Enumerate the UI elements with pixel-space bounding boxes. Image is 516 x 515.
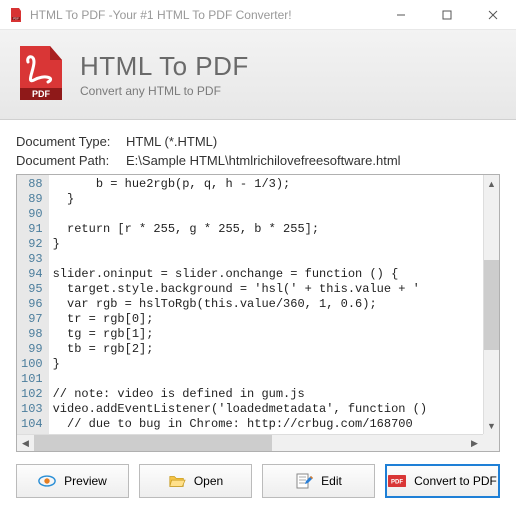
- svg-text:PDF: PDF: [391, 479, 403, 485]
- code-line: return [r * 255, g * 255, b * 255];: [53, 222, 495, 237]
- code-line: video.addEventListener('loadedmetadata',…: [53, 402, 495, 417]
- close-button[interactable]: [470, 0, 516, 30]
- edit-label: Edit: [321, 474, 342, 488]
- scroll-up-icon[interactable]: ▲: [484, 175, 499, 192]
- vertical-scrollbar[interactable]: ▲ ▼: [483, 175, 499, 434]
- code-line: }: [53, 357, 495, 372]
- line-number: 96: [21, 297, 43, 312]
- code-line: [53, 372, 495, 387]
- pdf-logo-icon: PDF: [16, 44, 66, 105]
- eye-icon: [38, 472, 56, 490]
- maximize-button[interactable]: [424, 0, 470, 30]
- preview-label: Preview: [64, 474, 107, 488]
- line-number: 88: [21, 177, 43, 192]
- window-title: HTML To PDF -Your #1 HTML To PDF Convert…: [30, 8, 378, 22]
- minimize-button[interactable]: [378, 0, 424, 30]
- line-number: 98: [21, 327, 43, 342]
- code-text[interactable]: b = hue2rgb(p, q, h - 1/3); } return [r …: [49, 175, 499, 435]
- document-path-label: Document Path:: [16, 153, 126, 168]
- svg-text:PDF: PDF: [32, 89, 51, 99]
- document-type-value: HTML (*.HTML): [126, 134, 217, 149]
- code-preview: 888990919293949596979899100101102103104 …: [16, 174, 500, 452]
- line-number: 92: [21, 237, 43, 252]
- code-line: // note: video is defined in gum.js: [53, 387, 495, 402]
- convert-label: Convert to PDF: [414, 474, 497, 488]
- code-line: slider.oninput = slider.onchange = funct…: [53, 267, 495, 282]
- line-number: 97: [21, 312, 43, 327]
- code-line: target.style.background = 'hsl(' + this.…: [53, 282, 495, 297]
- line-number: 100: [21, 357, 43, 372]
- svg-text:PDF: PDF: [13, 16, 19, 20]
- document-path-value: E:\Sample HTML\htmlrichilovefreesoftware…: [126, 153, 401, 168]
- action-buttons: Preview Open Edit PDF Convert to PDF: [16, 464, 500, 498]
- main-content: Document Type: HTML (*.HTML) Document Pa…: [0, 120, 516, 508]
- line-number: 91: [21, 222, 43, 237]
- vscroll-thumb[interactable]: [484, 260, 499, 350]
- code-line: }: [53, 237, 495, 252]
- line-number: 104: [21, 417, 43, 432]
- line-number: 93: [21, 252, 43, 267]
- preview-button[interactable]: Preview: [16, 464, 129, 498]
- line-gutter: 888990919293949596979899100101102103104: [17, 175, 49, 435]
- pencil-icon: [295, 472, 313, 490]
- open-label: Open: [194, 474, 223, 488]
- document-type-row: Document Type: HTML (*.HTML): [16, 134, 500, 149]
- line-number: 102: [21, 387, 43, 402]
- open-button[interactable]: Open: [139, 464, 252, 498]
- folder-open-icon: [168, 472, 186, 490]
- code-line: var rgb = hslToRgb(this.value/360, 1, 0.…: [53, 297, 495, 312]
- app-icon: PDF: [8, 7, 24, 23]
- line-number: 94: [21, 267, 43, 282]
- line-number: 99: [21, 342, 43, 357]
- titlebar: PDF HTML To PDF -Your #1 HTML To PDF Con…: [0, 0, 516, 30]
- line-number: 95: [21, 282, 43, 297]
- line-number: 89: [21, 192, 43, 207]
- document-path-row: Document Path: E:\Sample HTML\htmlrichil…: [16, 153, 500, 168]
- app-header: PDF HTML To PDF Convert any HTML to PDF: [0, 30, 516, 120]
- code-line: }: [53, 192, 495, 207]
- convert-button[interactable]: PDF Convert to PDF: [385, 464, 500, 498]
- header-subtitle: Convert any HTML to PDF: [80, 84, 249, 98]
- code-line: [53, 207, 495, 222]
- scroll-left-icon[interactable]: ◀: [17, 435, 34, 452]
- line-number: 90: [21, 207, 43, 222]
- code-line: tg = rgb[1];: [53, 327, 495, 342]
- code-line: tr = rgb[0];: [53, 312, 495, 327]
- pdf-badge-icon: PDF: [388, 472, 406, 490]
- code-line: tb = rgb[2];: [53, 342, 495, 357]
- scroll-down-icon[interactable]: ▼: [484, 417, 499, 434]
- header-title: HTML To PDF: [80, 51, 249, 82]
- hscroll-thumb[interactable]: [34, 435, 272, 452]
- document-type-label: Document Type:: [16, 134, 126, 149]
- code-line: b = hue2rgb(p, q, h - 1/3);: [53, 177, 495, 192]
- window-controls: [378, 0, 516, 29]
- scroll-right-icon[interactable]: ▶: [466, 435, 483, 452]
- edit-button[interactable]: Edit: [262, 464, 375, 498]
- code-line: [53, 252, 495, 267]
- line-number: 103: [21, 402, 43, 417]
- code-line: // due to bug in Chrome: http://crbug.co…: [53, 417, 495, 432]
- line-number: 101: [21, 372, 43, 387]
- horizontal-scrollbar[interactable]: ◀ ▶: [17, 434, 483, 451]
